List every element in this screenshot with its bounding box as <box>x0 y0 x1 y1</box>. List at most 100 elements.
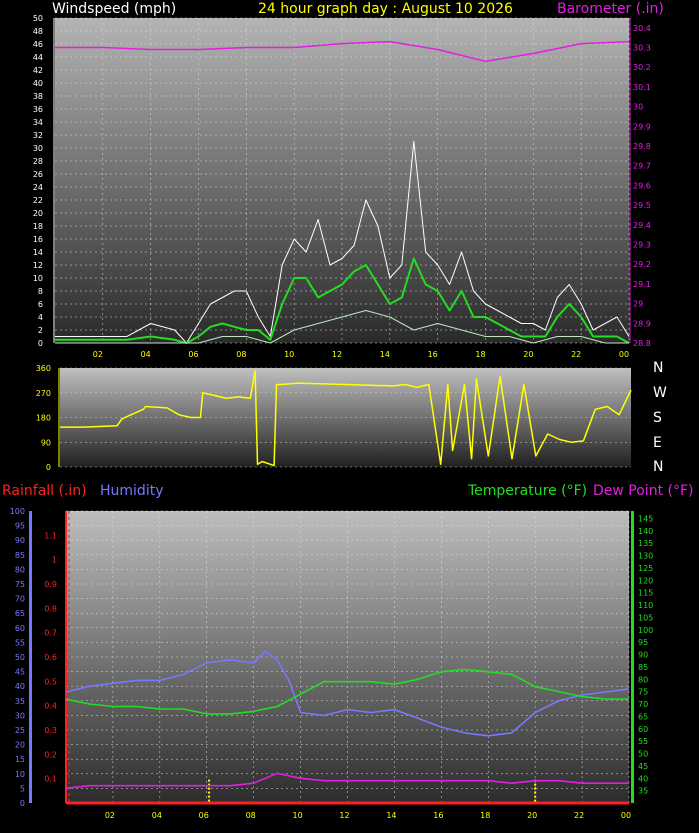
wind-y-tick-label: 4 <box>38 313 43 322</box>
barometer-tick-label: 28.9 <box>633 319 651 328</box>
temperature-tick-label: 95 <box>638 638 648 647</box>
wind-y-tick-label: 10 <box>33 274 43 283</box>
barometer-tick-label: 29.9 <box>633 122 651 131</box>
rainfall-axis-title: Rainfall (.in) <box>2 483 87 499</box>
rain-tick-label: 0.2 <box>44 750 57 759</box>
temperature-tick-label: 60 <box>638 725 648 734</box>
temperature-tick-label: 40 <box>638 774 648 783</box>
barometer-tick-label: 30.2 <box>633 63 651 72</box>
wind-y-tick-label: 14 <box>33 248 43 257</box>
climate-x-tick-label: 06 <box>199 811 209 820</box>
wind-y-tick-label: 42 <box>33 66 43 75</box>
humidity-tick-label: 65 <box>15 609 25 618</box>
barometer-tick-label: 30.4 <box>633 24 651 33</box>
rain-tick-label: 0.8 <box>44 604 57 613</box>
barometer-tick-label: 28.8 <box>633 339 651 348</box>
barometer-tick-label: 29.3 <box>633 241 651 250</box>
wind-y-tick-label: 38 <box>33 92 43 101</box>
rain-tick-label: 1.1 <box>44 531 57 540</box>
temperature-tick-label: 80 <box>638 675 648 684</box>
humidity-tick-label: 15 <box>15 755 25 764</box>
humidity-tick-label: 75 <box>15 580 25 589</box>
temperature-tick-label: 140 <box>638 527 653 536</box>
temperature-tick-label: 55 <box>638 737 648 746</box>
rain-tick-label: 1 <box>52 556 57 565</box>
dewpoint-axis-title: Dew Point (°F) <box>593 483 694 499</box>
temperature-tick-label: 120 <box>638 576 653 585</box>
climate-x-tick-label: 12 <box>339 811 349 820</box>
rain-tick-label: 0.6 <box>44 653 57 662</box>
climate-x-tick-label: 18 <box>480 811 490 820</box>
direction-tick-label: 270 <box>36 389 51 398</box>
wind-x-tick-label: 10 <box>284 350 294 359</box>
wind-x-tick-label: 20 <box>523 350 533 359</box>
barometer-tick-label: 30 <box>633 103 643 112</box>
temperature-tick-label: 100 <box>638 626 653 635</box>
temperature-tick-label: 115 <box>638 589 653 598</box>
climate-x-tick-label: 16 <box>433 811 443 820</box>
chart-title: 24 hour graph day : August 10 2026 <box>258 1 513 17</box>
wind-y-tick-label: 30 <box>33 144 43 153</box>
barometer-tick-label: 29.2 <box>633 260 651 269</box>
rain-tick-label: 0.4 <box>44 702 57 711</box>
compass-e: E <box>653 435 662 451</box>
wind-y-tick-label: 34 <box>33 118 43 127</box>
humidity-tick-label: 25 <box>15 726 25 735</box>
temperature-tick-label: 105 <box>638 613 653 622</box>
compass-n-bottom: N <box>653 459 664 475</box>
barometer-tick-label: 29.4 <box>633 221 651 230</box>
wind-y-tick-label: 36 <box>33 105 43 114</box>
compass-n-top: N <box>653 360 664 376</box>
wind-y-tick-label: 28 <box>33 157 43 166</box>
rain-tick-label: 0.5 <box>44 677 57 686</box>
humidity-tick-label: 50 <box>15 653 25 662</box>
humidity-tick-label: 20 <box>15 741 25 750</box>
wind-y-tick-label: 50 <box>33 14 43 23</box>
barometer-tick-label: 29 <box>633 300 643 309</box>
temperature-tick-label: 75 <box>638 688 648 697</box>
humidity-axis-bar <box>29 511 32 803</box>
wind-y-tick-label: 2 <box>38 326 43 335</box>
climate-x-tick-label: 20 <box>527 811 537 820</box>
rain-tick-label: 0.9 <box>44 580 57 589</box>
temperature-tick-label: 45 <box>638 762 648 771</box>
humidity-axis-title: Humidity <box>100 483 164 499</box>
humidity-tick-label: 55 <box>15 638 25 647</box>
humidity-tick-label: 30 <box>15 711 25 720</box>
temperature-tick-label: 50 <box>638 750 648 759</box>
temperature-tick-label: 135 <box>638 539 653 548</box>
temperature-tick-label: 70 <box>638 700 648 709</box>
wind-x-tick-label: 22 <box>571 350 581 359</box>
climate-x-tick-label: 00 <box>621 811 631 820</box>
wind-y-tick-label: 16 <box>33 235 43 244</box>
humidity-tick-label: 35 <box>15 697 25 706</box>
humidity-tick-label: 95 <box>15 522 25 531</box>
climate-x-tick-label: 08 <box>246 811 256 820</box>
humidity-tick-label: 10 <box>15 770 25 779</box>
barometer-tick-label: 29.8 <box>633 142 651 151</box>
temperature-tick-label: 130 <box>638 552 653 561</box>
climate-x-tick-label: 02 <box>105 811 115 820</box>
direction-tick-label: 180 <box>36 414 51 423</box>
humidity-tick-label: 60 <box>15 624 25 633</box>
climate-x-tick-label: 04 <box>152 811 162 820</box>
direction-tick-label: 90 <box>41 438 51 447</box>
wind-y-tick-label: 12 <box>33 261 43 270</box>
wind-y-tick-label: 8 <box>38 287 43 296</box>
wind-x-tick-label: 04 <box>141 350 151 359</box>
wind-y-tick-label: 26 <box>33 170 43 179</box>
wind-x-tick-label: 18 <box>475 350 485 359</box>
humidity-tick-label: 80 <box>15 565 25 574</box>
barometer-tick-label: 30.1 <box>633 83 651 92</box>
temperature-tick-label: 125 <box>638 564 653 573</box>
wind-y-tick-label: 40 <box>33 79 43 88</box>
wind-x-tick-label: 02 <box>93 350 103 359</box>
temperature-axis-bar <box>631 511 634 803</box>
humidity-tick-label: 45 <box>15 668 25 677</box>
compass-s: S <box>653 410 662 426</box>
climate-x-tick-label: 10 <box>292 811 302 820</box>
wind-x-tick-label: 14 <box>380 350 390 359</box>
wind-y-tick-label: 18 <box>33 222 43 231</box>
wind-x-tick-label: 08 <box>236 350 246 359</box>
weather-chart: 0246810121416182022242628303234363840424… <box>10 14 654 820</box>
